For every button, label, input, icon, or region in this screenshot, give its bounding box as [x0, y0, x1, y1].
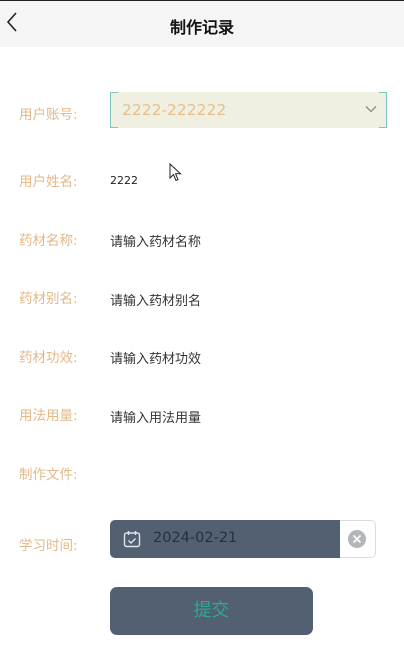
account-select[interactable]: 2222-222222	[110, 92, 387, 128]
name-label: 用户姓名:	[19, 174, 78, 190]
account-select-value: 2222-222222	[122, 101, 227, 119]
clear-icon[interactable]	[348, 530, 366, 548]
study-time-label: 学习时间:	[19, 538, 78, 554]
chevron-down-icon	[365, 106, 377, 113]
herb-alias-label: 药材别名:	[19, 291, 78, 307]
dosage-input[interactable]: 请输入用法用量	[110, 407, 201, 426]
study-time-value: 2024-02-21	[153, 530, 238, 546]
name-value: 2222	[110, 174, 138, 187]
header-bar: 制作记录	[0, 1, 404, 47]
file-label: 制作文件:	[19, 467, 78, 483]
herb-name-input[interactable]: 请输入药材名称	[110, 231, 201, 250]
page-title: 制作记录	[169, 18, 234, 37]
study-time-date-field[interactable]: 2024-02-21	[110, 520, 340, 558]
mouse-cursor-icon	[169, 163, 182, 182]
herb-effect-label: 药材功效:	[19, 350, 78, 366]
submit-button[interactable]: 提交	[110, 587, 313, 635]
herb-name-label: 药材名称:	[19, 233, 78, 249]
herb-effect-input[interactable]: 请输入药材功效	[110, 348, 201, 367]
calendar-icon	[123, 531, 141, 548]
dosage-label: 用法用量:	[19, 408, 78, 424]
herb-alias-input[interactable]: 请输入药材别名	[110, 290, 201, 309]
account-label: 用户账号:	[19, 107, 78, 123]
